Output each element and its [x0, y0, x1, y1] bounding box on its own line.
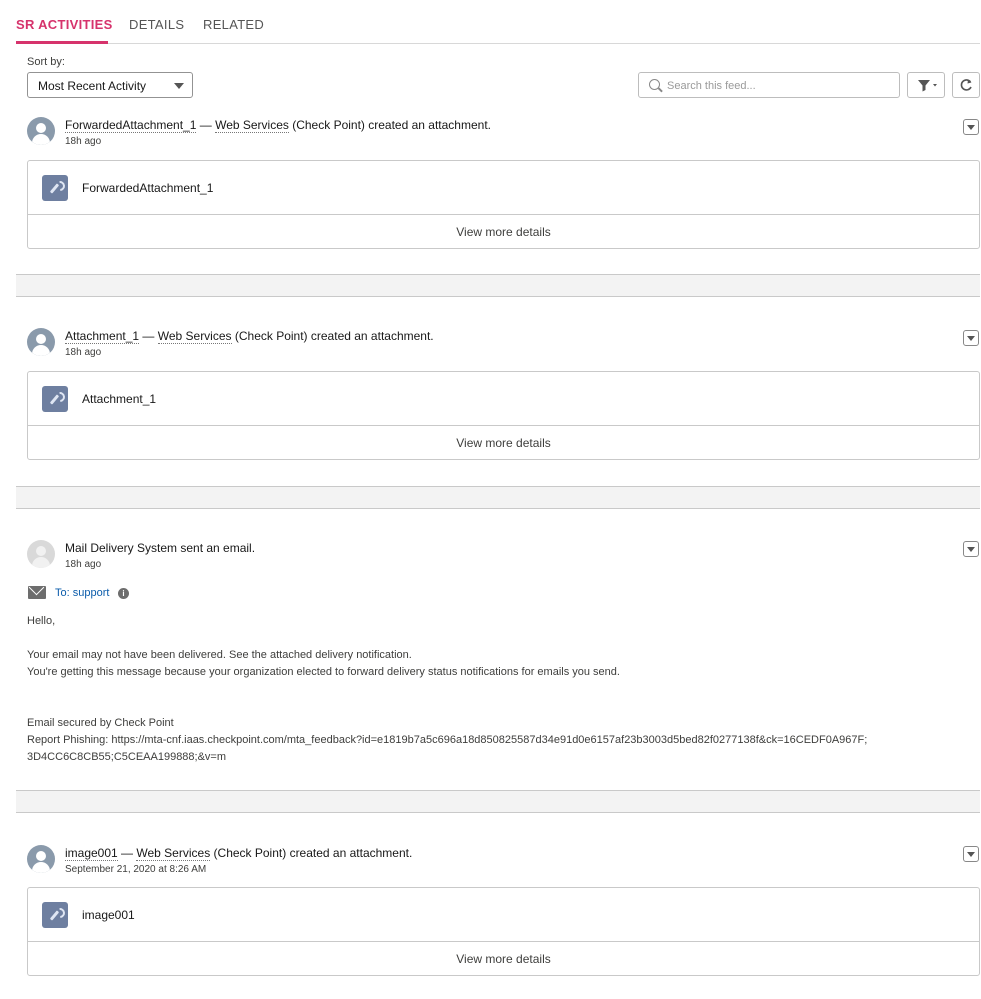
avatar[interactable]: [27, 845, 55, 873]
item-actions-button[interactable]: [963, 541, 979, 557]
headline-text: (Check Point) created an attachment.: [288, 118, 491, 132]
email-body-line: Report Phishing: https://mta-cnf.iaas.ch…: [27, 734, 868, 746]
feed-headline: ForwardedAttachment_1 — Web Services (Ch…: [65, 118, 491, 133]
attachment-name[interactable]: ForwardedAttachment_1: [82, 181, 213, 195]
tab-bar: SR ACTIVITIES DETAILS RELATED: [16, 0, 980, 44]
headline-text: (Check Point) created an attachment.: [210, 846, 413, 860]
info-icon[interactable]: i: [118, 588, 129, 599]
tab-sr-activities[interactable]: SR ACTIVITIES: [16, 17, 113, 32]
timestamp[interactable]: September 21, 2020 at 8:26 AM: [65, 864, 206, 875]
refresh-icon: [960, 79, 972, 91]
feed-headline: image001 — Web Services (Check Point) cr…: [65, 846, 413, 861]
tab-details[interactable]: DETAILS: [129, 17, 184, 32]
email-recipient-link[interactable]: To: support: [55, 587, 109, 599]
search-icon: [649, 79, 660, 90]
timestamp[interactable]: 18h ago: [65, 136, 101, 147]
sort-label: Sort by:: [27, 56, 65, 68]
headline-separator: —: [139, 329, 158, 343]
feed-search: [638, 72, 900, 98]
view-more-details-button[interactable]: View more details: [28, 426, 979, 460]
email-body-line: Hello,: [27, 615, 56, 627]
headline-text: (Check Point) created an attachment.: [231, 329, 434, 343]
record-link[interactable]: ForwardedAttachment_1: [65, 118, 197, 133]
item-actions-button[interactable]: [963, 119, 979, 135]
email-body-line: Your email may not have been delivered. …: [27, 649, 412, 661]
email-body-line: Email secured by Check Point: [27, 717, 174, 729]
avatar[interactable]: [27, 117, 55, 145]
feed-headline: Mail Delivery System sent an email.: [65, 541, 256, 555]
record-link[interactable]: image001: [65, 846, 118, 861]
chevron-down-icon: [174, 83, 184, 89]
attachment-icon: [42, 902, 68, 928]
feed-headline: Attachment_1 — Web Services (Check Point…: [65, 329, 434, 344]
feed-separator: [16, 486, 980, 509]
attachment-card: image001 View more details: [27, 887, 980, 976]
attachment-card: Attachment_1 View more details: [27, 371, 980, 460]
timestamp[interactable]: 18h ago: [65, 347, 101, 358]
email-body-line: 3D4CC6C8CB55;C5CEAA199888;&v=m: [27, 751, 227, 763]
record-link[interactable]: Attachment_1: [65, 329, 140, 344]
email-icon: [28, 586, 46, 599]
attachment-card: ForwardedAttachment_1 View more details: [27, 160, 980, 249]
email-body-line: You're getting this message because your…: [27, 666, 620, 678]
refresh-button[interactable]: [952, 72, 980, 98]
search-input[interactable]: [665, 76, 889, 96]
attachment-name[interactable]: Attachment_1: [82, 392, 156, 406]
attachment-icon: [42, 386, 68, 412]
attachment-icon: [42, 175, 68, 201]
sort-select-value: Most Recent Activity: [38, 79, 147, 93]
tab-related[interactable]: RELATED: [203, 17, 264, 32]
user-link[interactable]: Web Services: [157, 329, 232, 344]
filter-icon: [918, 80, 937, 92]
feed-separator: [16, 790, 980, 813]
sort-select[interactable]: Most Recent Activity: [27, 72, 193, 98]
filter-button[interactable]: [907, 72, 945, 98]
avatar[interactable]: [27, 328, 55, 356]
view-more-details-button[interactable]: View more details: [28, 215, 979, 249]
view-more-details-button[interactable]: View more details: [28, 942, 979, 976]
active-tab-indicator: [16, 41, 108, 44]
avatar[interactable]: [27, 540, 55, 568]
user-link[interactable]: Web Services: [136, 846, 211, 861]
item-actions-button[interactable]: [963, 846, 979, 862]
headline-separator: —: [117, 846, 137, 860]
feed-separator: [16, 274, 980, 297]
user-link[interactable]: Web Services: [215, 118, 289, 133]
item-actions-button[interactable]: [963, 330, 979, 346]
headline-separator: —: [196, 118, 216, 132]
timestamp[interactable]: 18h ago: [65, 559, 101, 570]
attachment-name[interactable]: image001: [82, 908, 135, 922]
